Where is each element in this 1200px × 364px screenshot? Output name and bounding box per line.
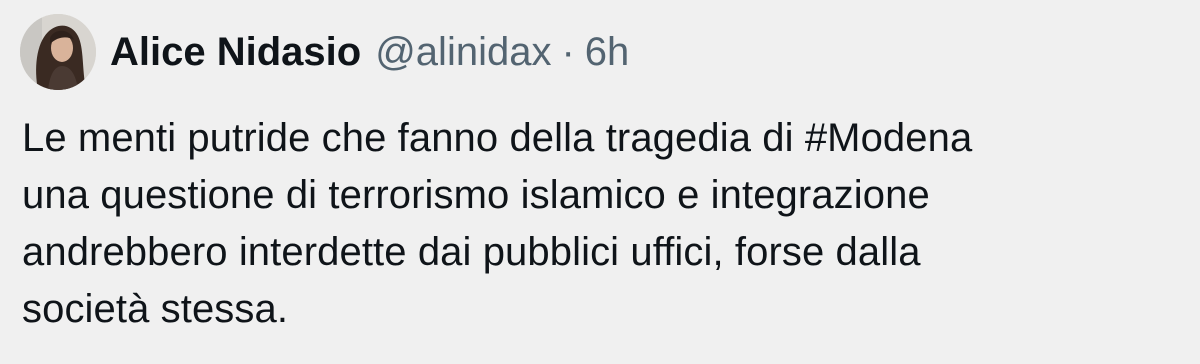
tweet-text-line: Le menti putride che fanno della tragedi… (22, 110, 1182, 167)
tweet-card: Alice Nidasio @alinidax · 6h Le menti pu… (0, 0, 1200, 364)
tweet-text-segment: Le menti putride che fanno della tragedi… (22, 116, 805, 160)
tweet-timestamp[interactable]: 6h (585, 28, 630, 76)
separator-dot: · (561, 30, 575, 74)
hashtag-link[interactable]: #Modena (805, 116, 973, 160)
author-handle[interactable]: @alinidax (375, 28, 551, 76)
tweet-header: Alice Nidasio @alinidax · 6h (20, 14, 629, 90)
author-display-name[interactable]: Alice Nidasio (110, 28, 361, 76)
tweet-text: Le menti putride che fanno della tragedi… (22, 110, 1182, 338)
tweet-text-line: società stessa. (22, 281, 1182, 338)
author-line: Alice Nidasio @alinidax · 6h (110, 28, 629, 76)
tweet-text-line: una questione di terrorismo islamico e i… (22, 167, 1182, 224)
tweet-text-segment: società stessa. (22, 287, 289, 331)
avatar[interactable] (20, 14, 96, 90)
tweet-text-line: andrebbero interdette dai pubblici uffic… (22, 224, 1182, 281)
tweet-text-segment: una questione di terrorismo islamico e i… (22, 173, 930, 217)
avatar-photo (20, 14, 96, 90)
tweet-text-segment: andrebbero interdette dai pubblici uffic… (22, 230, 921, 274)
